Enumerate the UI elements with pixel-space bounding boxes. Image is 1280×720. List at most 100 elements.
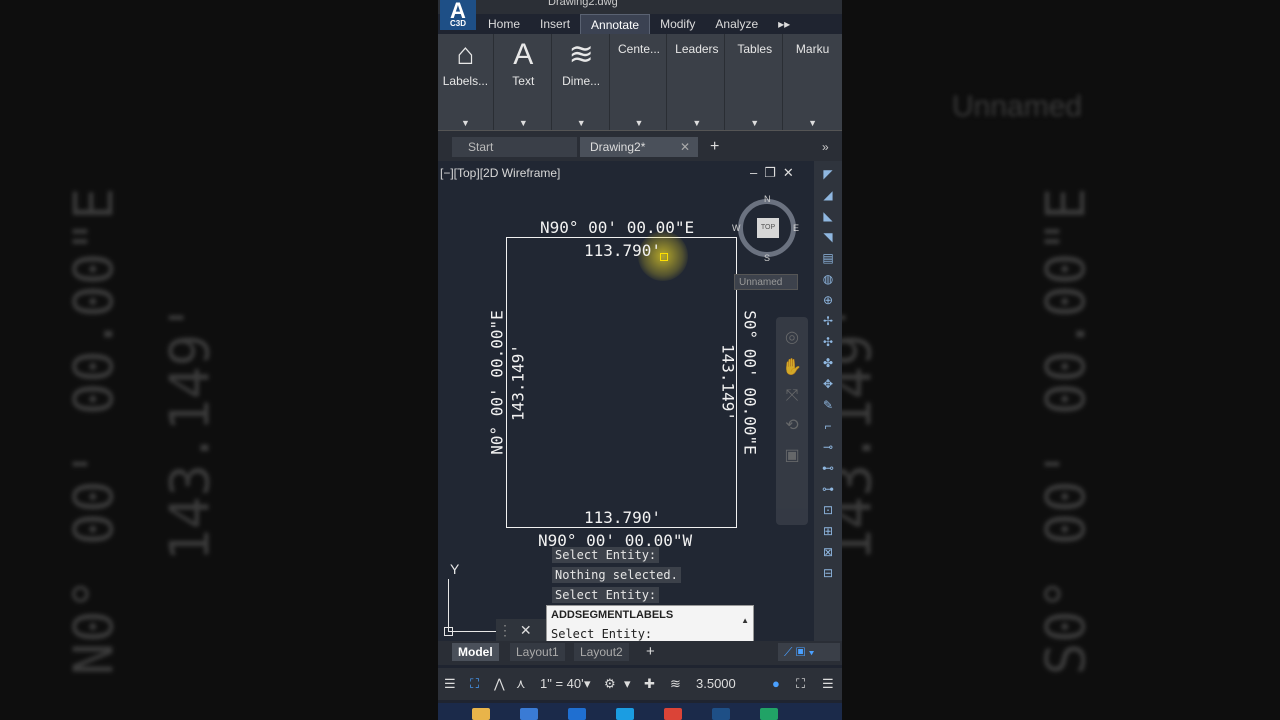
chevron-down-icon[interactable]: ▼	[496, 118, 551, 128]
command-input[interactable]: ADDSEGMENTLABELS Select Entity: ▲	[546, 605, 754, 645]
drag-handle-icon[interactable]: ⋮	[498, 622, 512, 638]
tab-drawing2[interactable]: Drawing2* ✕	[580, 137, 698, 157]
ucs-origin-icon	[444, 627, 453, 636]
point-icon[interactable]: ✤	[820, 355, 836, 371]
viewport-controls-label[interactable]: [−][Top][2D Wireframe]	[440, 166, 560, 180]
tab-annotate[interactable]: Annotate	[580, 14, 651, 34]
tool-icon[interactable]: ◢	[820, 187, 836, 203]
civil3d-icon[interactable]	[712, 708, 730, 720]
markup-panel[interactable]: Marku ▼	[785, 34, 840, 130]
annotation-visibility-icon[interactable]: ⋀	[494, 675, 505, 693]
chrome-icon[interactable]	[664, 708, 682, 720]
plus-icon[interactable]: ✚	[644, 675, 655, 693]
annotation-scale[interactable]: 1" = 40'	[540, 675, 584, 693]
excel-icon[interactable]	[760, 708, 778, 720]
parcel-rectangle[interactable]	[506, 237, 737, 528]
tool-icon[interactable]: ▤	[820, 250, 836, 266]
tool-icon[interactable]: ◤	[820, 166, 836, 182]
customize-icon[interactable]: ☰	[822, 675, 834, 693]
tab-overflow[interactable]: ▸▸	[768, 14, 800, 34]
chevron-down-icon[interactable]: ▾	[624, 675, 631, 693]
layers-icon[interactable]: ≋	[670, 675, 681, 693]
point-icon[interactable]: ✢	[820, 313, 836, 329]
leaders-panel[interactable]: Leaders ▼	[669, 34, 726, 130]
store-icon[interactable]	[520, 708, 538, 720]
workspace-switch-icon[interactable]: ⟋ ▣ ▾	[778, 643, 840, 661]
tool-icon[interactable]: ⊶	[820, 481, 836, 497]
tool-icon[interactable]: ⊟	[820, 565, 836, 581]
app-window: Drawing2.dwg A C3D Home Insert Annotate …	[438, 0, 842, 720]
tool-icon[interactable]: ⊠	[820, 544, 836, 560]
globe-icon[interactable]: ◍	[820, 271, 836, 287]
zoom-icon[interactable]: ⤧	[776, 387, 808, 405]
tab-analyze[interactable]: Analyze	[705, 14, 768, 34]
tool-icon[interactable]: ⊡	[820, 502, 836, 518]
chevron-down-icon[interactable]: ▼	[554, 118, 609, 128]
app-logo[interactable]: A C3D	[440, 0, 476, 30]
compass-west[interactable]: W	[732, 223, 741, 233]
compass-south[interactable]: S	[764, 253, 770, 263]
chevron-down-icon[interactable]: ▼	[727, 118, 782, 128]
chevron-down-icon[interactable]: ▼	[785, 118, 840, 128]
chevron-down-icon[interactable]: »	[822, 137, 829, 157]
globe-icon[interactable]: ⊕	[820, 292, 836, 308]
edge-icon[interactable]	[616, 708, 634, 720]
command-history-button[interactable]: ▲	[741, 616, 749, 625]
tab-layout1[interactable]: Layout1	[510, 643, 565, 661]
chevron-down-icon[interactable]: ▼	[612, 118, 667, 128]
viewcube-top[interactable]: TOP	[757, 218, 779, 238]
dimension-button[interactable]: ≋ Dime... ▼	[554, 34, 610, 130]
chevron-down-icon[interactable]: ▼	[669, 118, 724, 128]
auto-scale-icon[interactable]: ⋏	[516, 675, 526, 693]
gear-icon[interactable]: ⚙	[604, 675, 616, 693]
close-icon[interactable]: ✕	[680, 137, 690, 157]
tab-layout2[interactable]: Layout2	[574, 643, 629, 661]
tab-insert[interactable]: Insert	[530, 14, 580, 34]
annotation-value[interactable]: 3.5000	[696, 675, 736, 693]
chevron-down-icon[interactable]: ▾	[584, 675, 591, 693]
layout-tabs: Model Layout1 Layout2 + ⟋ ▣ ▾	[438, 641, 842, 665]
close-icon[interactable]: ✕	[520, 622, 532, 638]
tool-icon[interactable]: ⊷	[820, 460, 836, 476]
point-icon[interactable]: ✥	[820, 376, 836, 392]
tab-home[interactable]: Home	[478, 14, 530, 34]
text-button[interactable]: A Text ▼	[496, 34, 552, 130]
pencil-icon[interactable]: ✎	[820, 397, 836, 413]
snap-icon[interactable]: ⛶	[470, 675, 479, 693]
tool-icon[interactable]: ◥	[820, 229, 836, 245]
centerlines-panel[interactable]: Cente... ▼	[612, 34, 668, 130]
tab-model[interactable]: Model	[452, 643, 499, 661]
new-layout-button[interactable]: +	[640, 643, 661, 661]
orbit-icon[interactable]: ⟲	[776, 415, 808, 435]
showmotion-icon[interactable]: ▣	[776, 445, 808, 465]
tool-icon[interactable]: ⊞	[820, 523, 836, 539]
drawing-viewport[interactable]: [−][Top][2D Wireframe] –❐✕ N90° 00' 00.0…	[438, 161, 814, 660]
steering-wheel-icon[interactable]: ◎	[776, 327, 808, 347]
tool-icon[interactable]: ◣	[820, 208, 836, 224]
ribbon-tabs: Home Insert Annotate Modify Analyze ▸▸	[478, 14, 800, 34]
grip-square[interactable]	[660, 253, 668, 261]
close-icon[interactable]: ✕	[783, 165, 801, 180]
restore-icon[interactable]: ❐	[764, 165, 783, 180]
chevron-down-icon[interactable]: ▼	[438, 118, 493, 128]
compass-north[interactable]: N	[764, 194, 771, 204]
labels-button[interactable]: ⌂ Labels... ▼	[438, 34, 494, 130]
point-icon[interactable]: ✣	[820, 334, 836, 350]
tool-icon[interactable]: ⌐	[820, 418, 836, 434]
pan-hand-icon[interactable]: ✋	[776, 357, 808, 377]
tool-icon[interactable]: ⊸	[820, 439, 836, 455]
menu-icon[interactable]: ☰	[444, 675, 456, 693]
minimize-icon[interactable]: –	[750, 165, 764, 180]
named-view-dropdown[interactable]: Unnamed	[734, 274, 798, 290]
new-tab-button[interactable]: +	[710, 137, 726, 157]
viewport-window-controls[interactable]: –❐✕	[750, 165, 801, 181]
compass-east[interactable]: E	[793, 223, 799, 233]
tab-modify[interactable]: Modify	[650, 14, 705, 34]
tables-panel[interactable]: Tables ▼	[727, 34, 784, 130]
folder-icon[interactable]	[472, 708, 490, 720]
mail-icon[interactable]	[568, 708, 586, 720]
viewcube-compass[interactable]: TOP	[738, 199, 796, 257]
fullscreen-icon[interactable]: ⛶	[796, 675, 805, 693]
isolate-icon[interactable]: ●	[772, 675, 780, 693]
tab-start[interactable]: Start	[452, 137, 577, 157]
